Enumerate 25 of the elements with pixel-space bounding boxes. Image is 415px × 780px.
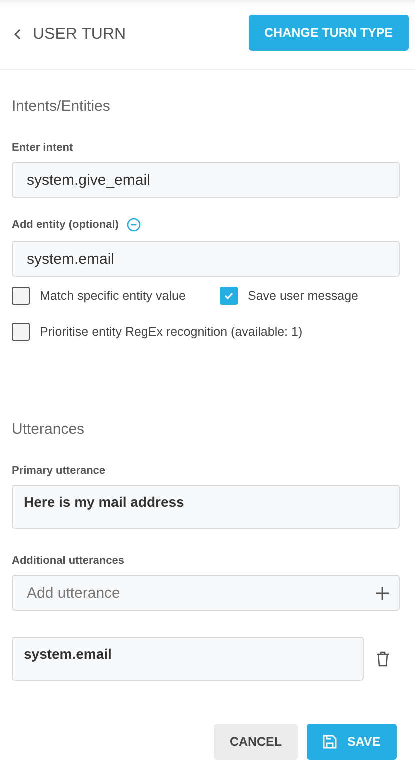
cancel-button[interactable]: CANCEL bbox=[214, 724, 298, 760]
field-label: Primary utterance bbox=[12, 465, 107, 477]
checkbox-label: Save user message bbox=[248, 289, 358, 303]
checkmark-icon bbox=[224, 292, 234, 300]
field-label: Add entity (optional) bbox=[12, 219, 119, 231]
utterance-field[interactable]: system.email bbox=[12, 637, 364, 681]
back-icon[interactable] bbox=[14, 29, 21, 40]
add-utterance-field[interactable]: Add utterance bbox=[12, 575, 400, 611]
intent-field[interactable]: system.give_email bbox=[12, 162, 400, 198]
checkbox[interactable] bbox=[12, 287, 30, 305]
trash-icon[interactable] bbox=[376, 651, 390, 667]
save-icon bbox=[323, 735, 338, 749]
field-label: Enter intent bbox=[12, 142, 74, 154]
checkbox-label: Prioritise entity RegEx recognition (available: 1) bbox=[40, 325, 303, 339]
checkbox-label: Match specific entity value bbox=[40, 289, 186, 303]
checkbox[interactable] bbox=[220, 287, 238, 305]
field-label: Additional utterances bbox=[12, 555, 126, 567]
checkbox[interactable] bbox=[12, 323, 30, 341]
section-heading: Intents/Entities bbox=[12, 98, 112, 115]
plus-icon[interactable] bbox=[376, 587, 389, 600]
remove-icon[interactable] bbox=[126, 218, 141, 232]
page-title: USER TURN bbox=[33, 26, 126, 44]
primary-utterance-field[interactable]: Here is my mail address bbox=[12, 485, 400, 529]
entity-field[interactable]: system.email bbox=[12, 241, 400, 277]
section-heading: Utterances bbox=[12, 421, 86, 438]
